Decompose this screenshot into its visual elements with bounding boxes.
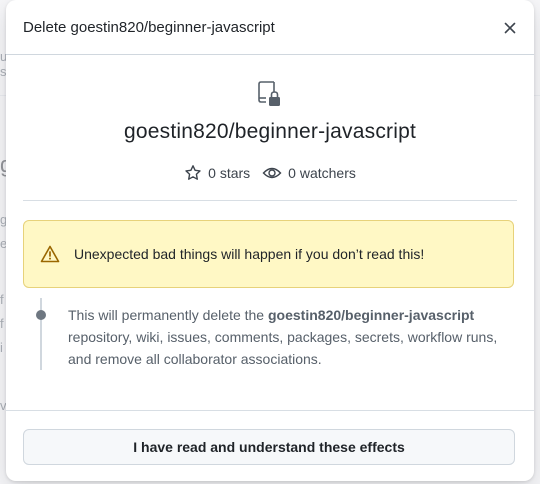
consequence-repo-name: goestin820/beginner-javascript bbox=[268, 307, 475, 323]
consequence-prefix: This will permanently delete the bbox=[68, 307, 268, 323]
delete-repository-dialog: Delete goestin820/beginner-javascript go… bbox=[6, 0, 534, 481]
watchers-count: 0 watchers bbox=[262, 164, 356, 182]
eye-icon bbox=[262, 167, 282, 179]
stars-label: 0 stars bbox=[208, 165, 251, 181]
footer-divider bbox=[6, 410, 534, 411]
star-icon bbox=[185, 165, 201, 180]
dialog-header: Delete goestin820/beginner-javascript bbox=[6, 0, 534, 55]
timeline-line bbox=[40, 298, 42, 370]
divider bbox=[23, 200, 517, 201]
consequence-suffix: repository, wiki, issues, comments, pack… bbox=[68, 329, 498, 367]
x-icon bbox=[504, 22, 516, 34]
dialog-title: Delete goestin820/beginner-javascript bbox=[23, 19, 275, 36]
watchers-label: 0 watchers bbox=[288, 165, 356, 181]
repository-stats: 0 stars 0 watchers bbox=[6, 164, 534, 182]
warning-banner: Unexpected bad things will happen if you… bbox=[23, 220, 514, 288]
warning-text: Unexpected bad things will happen if you… bbox=[74, 246, 425, 262]
stars-count: 0 stars bbox=[184, 164, 250, 182]
repo-locked-icon bbox=[258, 81, 280, 106]
alert-icon bbox=[40, 245, 60, 263]
timeline-dot bbox=[36, 310, 46, 320]
consequence-text: This will permanently delete the goestin… bbox=[68, 304, 512, 370]
understand-effects-button[interactable]: I have read and understand these effects bbox=[23, 429, 515, 465]
close-button[interactable] bbox=[496, 14, 524, 42]
repository-name: goestin820/beginner-javascript bbox=[123, 120, 416, 143]
